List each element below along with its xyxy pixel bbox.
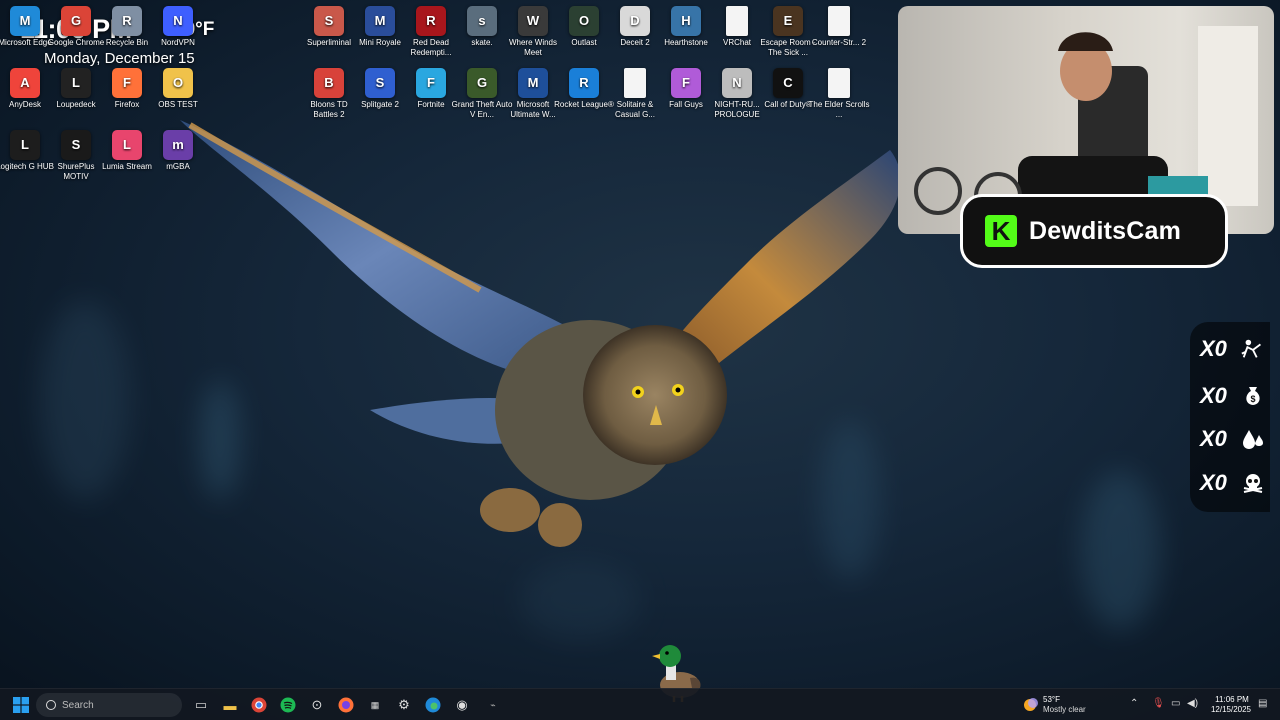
loupedeck-icon: L (61, 68, 91, 98)
owl-wallpaper (180, 120, 901, 547)
bloons-icon: B (314, 68, 344, 98)
windows-logo-icon (13, 697, 29, 713)
chrome-icon: G (61, 6, 91, 36)
network-icon[interactable]: ▭ (1171, 698, 1180, 709)
task-view-icon[interactable]: ▭ (190, 694, 212, 716)
desktop-icon-label: The Elder Scrolls ... (808, 100, 870, 119)
kill-count: X0 (1200, 336, 1227, 361)
lumia-icon: L (112, 130, 142, 160)
obs-icon[interactable]: ◉ (451, 694, 473, 716)
document-icon (828, 68, 850, 98)
gta-icon: G (467, 68, 497, 98)
outlast-icon: O (569, 6, 599, 36)
call-of-duty-icon: C (773, 68, 803, 98)
recycle-bin-icon: R (112, 6, 142, 36)
night-run-icon: N (722, 68, 752, 98)
kill-icon (1240, 336, 1266, 362)
app-small-icon[interactable]: ⌁ (482, 694, 504, 716)
stat-row-deaths: X0 (1200, 470, 1266, 496)
skull-icon (1240, 470, 1266, 496)
settings-gear-icon[interactable]: ⚙ (393, 694, 415, 716)
folder-icon: O (163, 68, 193, 98)
blood-drop-icon (1240, 426, 1266, 452)
stat-row-blood: X0 (1200, 426, 1266, 452)
app-taskbar-icon[interactable]: ▦ (364, 694, 386, 716)
microphone-icon[interactable]: 🎙 (1152, 698, 1165, 709)
start-button[interactable] (10, 694, 32, 716)
search-placeholder: Search (62, 699, 94, 711)
volume-icon[interactable]: ◀) (1187, 698, 1198, 709)
desktop-icon[interactable]: The Elder Scrolls ... (808, 64, 870, 120)
chevron-up-icon[interactable]: ⌃ (1130, 698, 1138, 709)
spotify-icon[interactable] (277, 694, 299, 716)
desktop-icon-label: NordVPN (161, 38, 195, 47)
deceit-icon: D (620, 6, 650, 36)
escape-room-icon: E (773, 6, 803, 36)
steam-icon[interactable]: ⊙ (306, 694, 328, 716)
where-winds-meet-icon: W (518, 6, 548, 36)
chrome-taskbar-icon[interactable] (248, 694, 270, 716)
weather-temperature: 53°F (1043, 695, 1060, 704)
superliminal-icon: S (314, 6, 344, 36)
red-dead-icon: R (416, 6, 446, 36)
logitech-icon: L (10, 130, 40, 160)
shure-icon: S (61, 130, 91, 160)
search-icon (46, 700, 56, 710)
rocket-league-icon: R (569, 68, 599, 98)
taskbar-search[interactable]: Search (36, 693, 182, 717)
svg-text:$: $ (1250, 394, 1255, 404)
stat-row-money: X0 $ (1200, 383, 1266, 409)
fall-guys-icon: F (671, 68, 701, 98)
background-bokeh (40, 300, 130, 500)
stat-row-kills: X0 (1200, 336, 1266, 362)
webcam-name: DewditsCam (1029, 216, 1182, 245)
desktop-icon-label: Counter-Str... 2 (811, 38, 867, 47)
taskbar-date[interactable]: 12/15/2025 (1208, 705, 1254, 714)
money-bag-icon: $ (1240, 383, 1266, 409)
money-count: X0 (1200, 383, 1227, 408)
mini-royale-icon: M (365, 6, 395, 36)
blood-count: X0 (1200, 426, 1227, 451)
background-bokeh (520, 560, 640, 640)
mgba-icon: m (163, 130, 193, 160)
document-icon (828, 6, 850, 36)
skate-icon: s (467, 6, 497, 36)
desktop-icon[interactable]: O OBS TEST (147, 64, 209, 110)
hearthstone-icon: H (671, 6, 701, 36)
edge-taskbar-icon[interactable] (422, 694, 444, 716)
firefox-icon: F (112, 68, 142, 98)
desktop-icon[interactable]: Counter-Str... 2 (808, 2, 870, 48)
kick-logo-icon: K (985, 215, 1017, 247)
stream-stats-panel: X0 X0 $ X0 X0 (1190, 322, 1270, 512)
microsoft-ultimate-icon: M (518, 68, 548, 98)
background-bokeh (1080, 470, 1160, 630)
firefox-taskbar-icon[interactable] (335, 694, 357, 716)
taskbar-time[interactable]: 11:06 PM (1210, 695, 1254, 704)
weather-icon[interactable] (1020, 694, 1042, 716)
taskbar: Search ▭ ▬ ⊙ ▦ ⚙ ◉ ⌁ 53°F Mostly clear ⌃… (0, 688, 1280, 720)
desktop-icon-label: OBS TEST (158, 100, 198, 109)
document-icon (624, 68, 646, 98)
notification-icon[interactable]: ▤ (1258, 698, 1267, 709)
nordvpn-icon: N (163, 6, 193, 36)
desktop-icon-label: mGBA (166, 162, 190, 171)
webcam-name-badge: K DewditsCam (960, 194, 1228, 268)
anydesk-icon: A (10, 68, 40, 98)
splitgate-icon: S (365, 68, 395, 98)
file-explorer-icon[interactable]: ▬ (219, 694, 241, 716)
edge-icon: M (10, 6, 40, 36)
fortnite-icon: F (416, 68, 446, 98)
desktop-icon[interactable]: N NordVPN (147, 2, 209, 48)
desktop-icon[interactable]: m mGBA (147, 126, 209, 172)
document-icon (726, 6, 748, 36)
weather-description: Mostly clear (1043, 705, 1086, 714)
death-count: X0 (1200, 470, 1227, 495)
